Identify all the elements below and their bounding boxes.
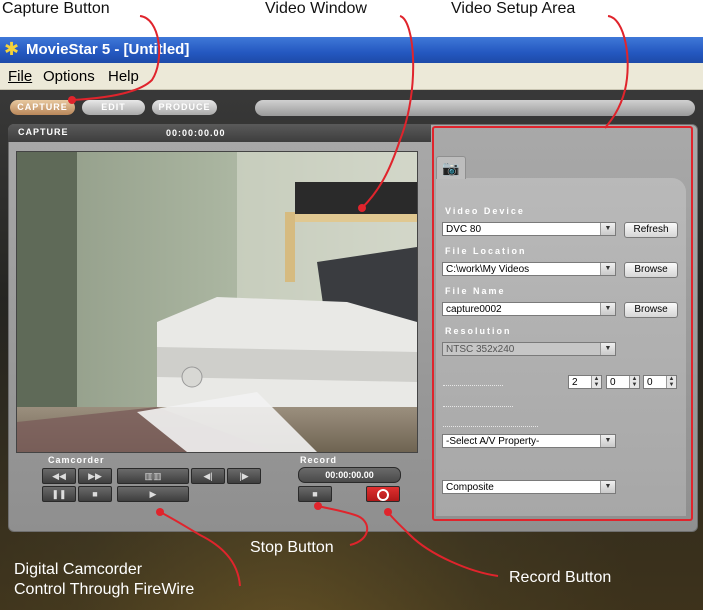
callout-stop-button: Stop Button (250, 539, 334, 556)
callout-capture-button: Capture Button (2, 0, 110, 17)
callout-camcorder-line2: Control Through FireWire (14, 581, 195, 598)
callout-video-window: Video Window (265, 0, 367, 17)
callout-record-button: Record Button (509, 569, 612, 586)
callout-lines (68, 15, 629, 587)
callout-camcorder-line1: Digital Camcorder (14, 561, 143, 578)
callout-video-setup-area: Video Setup Area (451, 0, 576, 17)
